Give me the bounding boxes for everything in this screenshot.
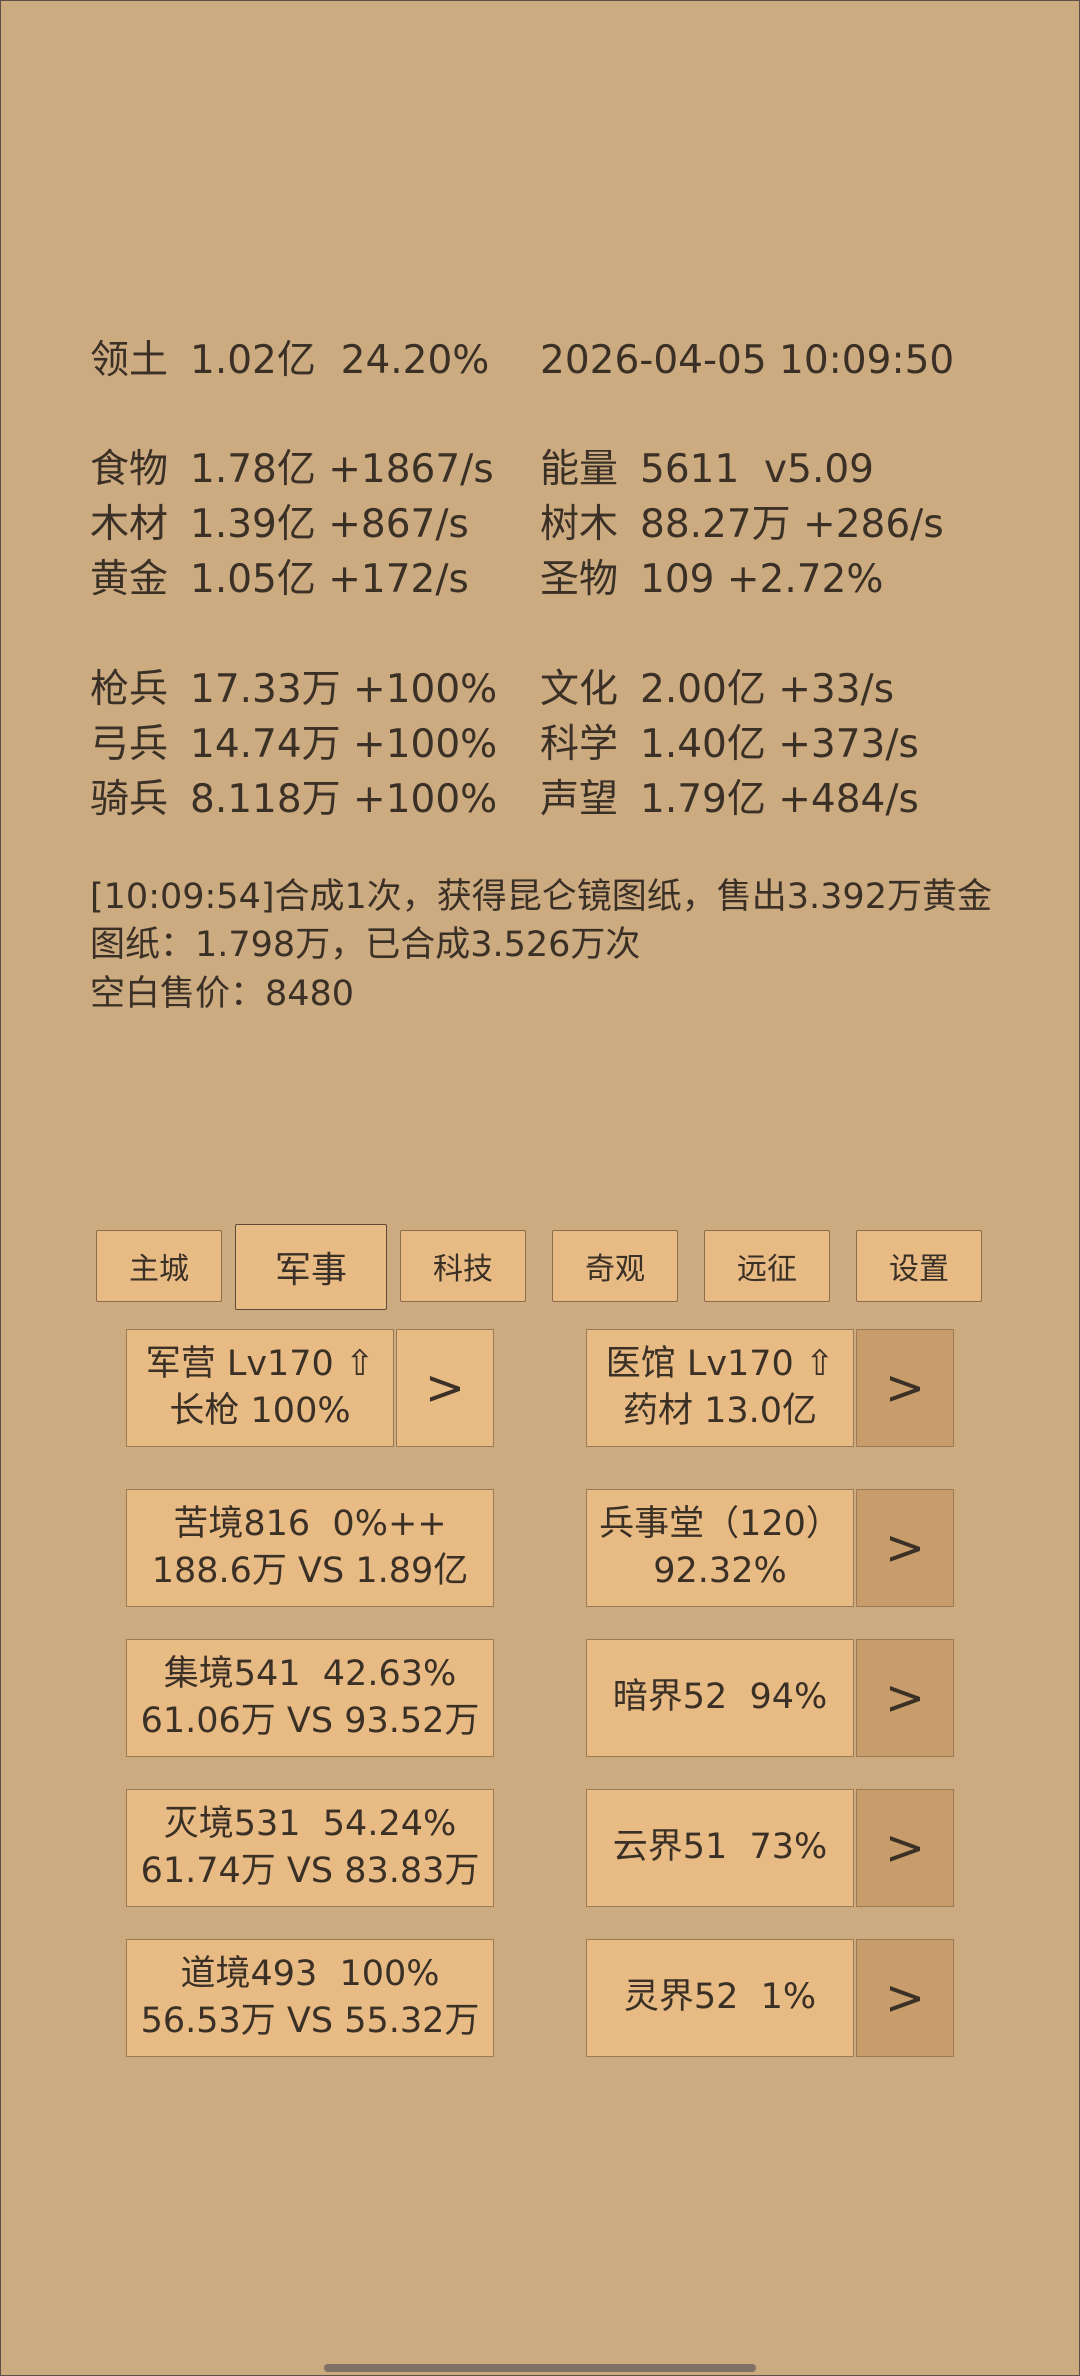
territory-stat: 领土 1.02亿 24.20%: [90, 341, 489, 380]
wood-label: 木材: [90, 502, 169, 547]
energy-value: 5611 v5.09: [640, 447, 874, 492]
log-line-2: 图纸：1.798万，已合成3.526万次: [90, 925, 641, 965]
realm-dao-versus: 56.53万 VS 55.32万: [140, 2001, 480, 2041]
realm-bitter-versus: 188.6万 VS 1.89亿: [151, 1551, 469, 1591]
energy-label: 能量: [540, 447, 619, 492]
dark-realm-title: 暗界52 94%: [612, 1677, 828, 1718]
culture-value: 2.00亿 +33/s: [640, 667, 895, 712]
realm-dao-title: 道境493 100%: [180, 1953, 440, 1994]
relic-label: 圣物: [540, 557, 619, 602]
tab-main-city[interactable]: 主城: [96, 1230, 222, 1302]
prestige-value: 1.79亿 +484/s: [640, 777, 919, 822]
tab-military[interactable]: 军事: [235, 1224, 387, 1310]
tab-wonders[interactable]: 奇观: [552, 1230, 678, 1302]
food-label: 食物: [90, 447, 169, 492]
food-value: 1.78亿 +1867/s: [190, 447, 494, 492]
archer-label: 弓兵: [90, 722, 169, 767]
spirit-realm-button[interactable]: 灵界52 1%: [586, 1939, 854, 2057]
cloud-realm-title: 云界51 73%: [612, 1827, 828, 1868]
realm-destroy-title: 灭境531 54.24%: [163, 1803, 457, 1844]
military-hall-progress: 92.32%: [653, 1551, 787, 1591]
energy-stat: 能量 5611 v5.09: [540, 450, 874, 489]
gold-label: 黄金: [90, 557, 169, 602]
tab-settings[interactable]: 设置: [856, 1230, 982, 1302]
relic-stat: 圣物 109 +2.72%: [540, 560, 883, 599]
science-label: 科学: [540, 722, 619, 767]
home-indicator[interactable]: [324, 2364, 756, 2372]
spirit-realm-arrow-button[interactable]: >: [856, 1939, 954, 2057]
tab-technology[interactable]: 科技: [400, 1230, 526, 1302]
barracks-button[interactable]: 军营 Lv170 ⇧ 长枪 100%: [126, 1329, 394, 1447]
realm-gather-button[interactable]: 集境541 42.63% 61.06万 VS 93.52万: [126, 1639, 494, 1757]
cloud-realm-button[interactable]: 云界51 73%: [586, 1789, 854, 1907]
realm-bitter-title: 苦境816 0%++: [173, 1503, 447, 1544]
gold-value: 1.05亿 +172/s: [190, 557, 469, 602]
log-line-1: [10:09:54]合成1次，获得昆仑镜图纸，售出3.392万黄金: [90, 877, 992, 917]
wood-stat: 木材 1.39亿 +867/s: [90, 505, 469, 544]
territory-label: 领土: [90, 338, 169, 383]
relic-value: 109 +2.72%: [640, 557, 884, 602]
science-stat: 科学 1.40亿 +373/s: [540, 725, 919, 764]
dark-realm-arrow-button[interactable]: >: [856, 1639, 954, 1757]
realm-gather-title: 集境541 42.63%: [163, 1653, 457, 1694]
culture-stat: 文化 2.00亿 +33/s: [540, 670, 894, 709]
hospital-button[interactable]: 医馆 Lv170 ⇧ 药材 13.0亿: [586, 1329, 854, 1447]
realm-destroy-versus: 61.74万 VS 83.83万: [140, 1851, 480, 1891]
log-line-3: 空白售价：8480: [90, 974, 355, 1014]
cloud-realm-arrow-button[interactable]: >: [856, 1789, 954, 1907]
food-stat: 食物 1.78亿 +1867/s: [90, 450, 494, 489]
culture-label: 文化: [540, 667, 619, 712]
realm-gather-versus: 61.06万 VS 93.52万: [140, 1701, 480, 1741]
realm-dao-button[interactable]: 道境493 100% 56.53万 VS 55.32万: [126, 1939, 494, 2057]
spear-label: 枪兵: [90, 667, 169, 712]
prestige-stat: 声望 1.79亿 +484/s: [540, 780, 919, 819]
cavalry-label: 骑兵: [90, 777, 169, 822]
tab-expedition[interactable]: 远征: [704, 1230, 830, 1302]
military-hall-button[interactable]: 兵事堂（120） 92.32%: [586, 1489, 854, 1607]
datetime: 2026-04-05 10:09:50: [540, 338, 955, 383]
science-value: 1.40亿 +373/s: [640, 722, 919, 767]
territory-value: 1.02亿 24.20%: [190, 338, 490, 383]
spear-value: 17.33万 +100%: [190, 667, 498, 712]
hospital-herbs: 药材 13.0亿: [622, 1391, 818, 1431]
cavalry-stat: 骑兵 8.118万 +100%: [90, 780, 497, 819]
cavalry-value: 8.118万 +100%: [190, 777, 498, 822]
hospital-arrow-button[interactable]: >: [856, 1329, 954, 1447]
wood-value: 1.39亿 +867/s: [190, 502, 469, 547]
trees-stat: 树木 88.27万 +286/s: [540, 505, 944, 544]
spirit-realm-title: 灵界52 1%: [623, 1977, 817, 2018]
trees-label: 树木: [540, 502, 619, 547]
dark-realm-button[interactable]: 暗界52 94%: [586, 1639, 854, 1757]
military-hall-arrow-button[interactable]: >: [856, 1489, 954, 1607]
archer-value: 14.74万 +100%: [190, 722, 498, 767]
trees-value: 88.27万 +286/s: [640, 502, 944, 547]
barracks-unit: 长枪 100%: [169, 1391, 351, 1431]
gold-stat: 黄金 1.05亿 +172/s: [90, 560, 469, 599]
archer-stat: 弓兵 14.74万 +100%: [90, 725, 497, 764]
military-hall-title: 兵事堂（120）: [599, 1503, 841, 1544]
barracks-arrow-button[interactable]: >: [396, 1329, 494, 1447]
prestige-label: 声望: [540, 777, 619, 822]
barracks-level: 军营 Lv170 ⇧: [145, 1343, 375, 1384]
spear-stat: 枪兵 17.33万 +100%: [90, 670, 497, 709]
realm-destroy-button[interactable]: 灭境531 54.24% 61.74万 VS 83.83万: [126, 1789, 494, 1907]
realm-bitter-button[interactable]: 苦境816 0%++ 188.6万 VS 1.89亿: [126, 1489, 494, 1607]
hospital-level: 医馆 Lv170 ⇧: [605, 1343, 835, 1384]
